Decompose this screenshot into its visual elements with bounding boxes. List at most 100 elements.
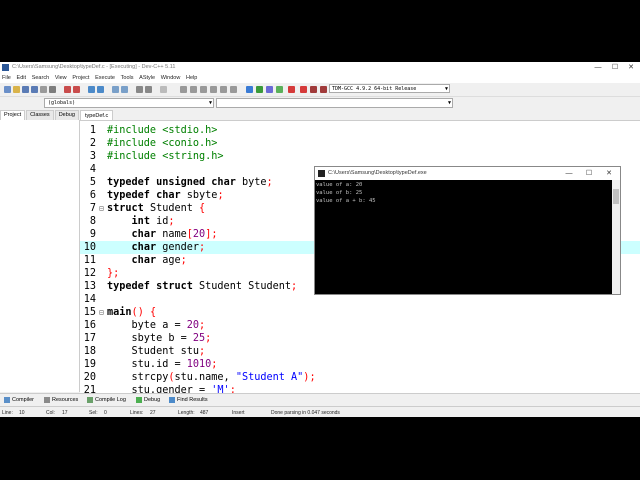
tab-debug-output[interactable]: Debug	[136, 396, 160, 404]
status-lines-value: 27	[150, 410, 156, 416]
code-line[interactable]: 19 stu.id = 1010;	[80, 358, 640, 371]
tab-find-results[interactable]: Find Results	[169, 396, 208, 404]
close-button[interactable]: ✕	[623, 62, 639, 73]
line-number: 14	[83, 294, 96, 305]
back-icon[interactable]	[180, 86, 187, 93]
chevron-down-icon: ▼	[208, 100, 212, 106]
code-line[interactable]: 18 Student stu;	[80, 345, 640, 358]
menu-search[interactable]: Search	[30, 73, 51, 83]
open-file-icon[interactable]	[13, 86, 20, 93]
tab-compiler[interactable]: Compiler	[4, 396, 34, 404]
code-text: Student stu;	[107, 346, 206, 357]
nav-icon-2[interactable]	[210, 86, 217, 93]
forward-icon[interactable]	[190, 86, 197, 93]
code-text: typedef struct Student Student;	[107, 281, 298, 292]
line-number: 15	[83, 307, 96, 318]
console-minimize-button[interactable]: —	[559, 167, 579, 180]
menu-edit[interactable]: Edit	[15, 73, 28, 83]
line-number: 7	[89, 203, 96, 214]
line-number: 21	[83, 385, 96, 393]
tab-project[interactable]: Project	[0, 110, 26, 120]
profile-icon[interactable]	[310, 86, 317, 93]
code-line[interactable]: 3 #include <string.h>	[80, 150, 640, 163]
nav-icon-4[interactable]	[230, 86, 237, 93]
tab-classes[interactable]: Classes	[26, 110, 54, 120]
toggle-bookmark-icon[interactable]	[136, 86, 143, 93]
delete-profile-icon[interactable]	[320, 86, 327, 93]
tab-compiler-label: Compiler	[12, 397, 35, 403]
console-line: value of a: 20	[316, 182, 363, 188]
debug-icon[interactable]	[300, 86, 307, 93]
code-line[interactable]: 20 strcpy(stu.name, "Student A");	[80, 371, 640, 384]
stop-icon[interactable]	[288, 86, 295, 93]
code-line[interactable]: 2 #include <conio.h>	[80, 137, 640, 150]
line-number: 6	[89, 190, 96, 201]
code-line[interactable]: 17 sbyte b = 25;	[80, 332, 640, 345]
menu-project[interactable]: Project	[70, 73, 91, 83]
fold-marker-icon[interactable]: ⊟	[99, 202, 104, 215]
run-icon[interactable]	[256, 86, 263, 93]
compile-run-icon[interactable]	[266, 86, 273, 93]
menu-tools[interactable]: Tools	[119, 73, 136, 83]
menu-window[interactable]: Window	[159, 73, 183, 83]
undo-icon[interactable]	[64, 86, 71, 93]
globals-combo[interactable]: (globals) ▼	[44, 98, 214, 108]
status-lines-label: Lines:	[130, 410, 144, 416]
console-maximize-button[interactable]: ☐	[579, 167, 599, 180]
code-line[interactable]: 16 byte a = 20;	[80, 319, 640, 332]
console-window[interactable]: C:\Users\Samsung\Desktop\typeDef.exe — ☐…	[314, 166, 621, 295]
menu-view[interactable]: View	[53, 73, 69, 83]
menu-execute[interactable]: Execute	[93, 73, 117, 83]
menu-help[interactable]: Help	[184, 73, 199, 83]
code-line[interactable]: 21 stu.gender = 'M';	[80, 384, 640, 393]
find-icon[interactable]	[88, 86, 95, 93]
compile-log-icon	[87, 396, 93, 403]
tab-resources[interactable]: Resources	[44, 396, 78, 404]
status-col-value: 17	[62, 410, 68, 416]
console-scrollbar[interactable]	[612, 180, 620, 294]
status-length-value: 487	[200, 410, 209, 416]
console-title-bar: C:\Users\Samsung\Desktop\typeDef.exe — ☐…	[315, 167, 620, 180]
console-scroll-thumb[interactable]	[613, 189, 619, 204]
close-file-icon[interactable]	[40, 86, 47, 93]
code-line[interactable]: 1 #include <stdio.h>	[80, 124, 640, 137]
code-text: #include <string.h>	[107, 151, 224, 162]
nav-icon-3[interactable]	[220, 86, 227, 93]
line-number: 12	[83, 268, 96, 279]
code-text: typedef char sbyte;	[107, 190, 224, 201]
line-number: 4	[89, 164, 96, 175]
new-project-icon[interactable]	[160, 86, 167, 93]
tab-find-results-label: Find Results	[177, 397, 208, 403]
print-icon[interactable]	[49, 86, 56, 93]
title-bar: C:\Users\Samsung\Desktop\typeDef.c - [Ex…	[0, 62, 640, 73]
maximize-button[interactable]: ☐	[607, 62, 623, 73]
rebuild-icon[interactable]	[276, 86, 283, 93]
replace-icon[interactable]	[97, 86, 104, 93]
minimize-button[interactable]: —	[590, 62, 606, 73]
status-length-label: Length:	[178, 410, 195, 416]
menu-file[interactable]: File	[0, 73, 13, 83]
menu-bar: File Edit Search View Project Execute To…	[0, 73, 640, 83]
members-combo[interactable]: ▼	[216, 98, 453, 108]
code-text: sbyte b = 25;	[107, 333, 212, 344]
status-line-value: 10	[19, 410, 25, 416]
unindent-icon[interactable]	[121, 86, 128, 93]
compiler-select[interactable]: TDM-GCC 4.9.2 64-bit Release ▼	[329, 84, 450, 93]
code-line[interactable]: 15 ⊟ main() {	[80, 306, 640, 319]
compile-icon[interactable]	[246, 86, 253, 93]
line-number: 1	[89, 125, 96, 136]
redo-icon[interactable]	[73, 86, 80, 93]
goto-bookmark-icon[interactable]	[145, 86, 152, 93]
menu-astyle[interactable]: AStyle	[137, 73, 157, 83]
nav-icon-1[interactable]	[200, 86, 207, 93]
tab-debug[interactable]: Debug	[54, 110, 79, 120]
fold-marker-icon[interactable]: ⊟	[99, 306, 104, 319]
new-file-icon[interactable]	[4, 86, 11, 93]
tab-compile-log[interactable]: Compile Log	[87, 396, 126, 404]
save-all-icon[interactable]	[31, 86, 38, 93]
indent-icon[interactable]	[112, 86, 119, 93]
tab-debug-output-label: Debug	[144, 397, 161, 403]
save-icon[interactable]	[22, 86, 29, 93]
console-close-button[interactable]: ✕	[599, 167, 619, 180]
line-number: 13	[83, 281, 96, 292]
